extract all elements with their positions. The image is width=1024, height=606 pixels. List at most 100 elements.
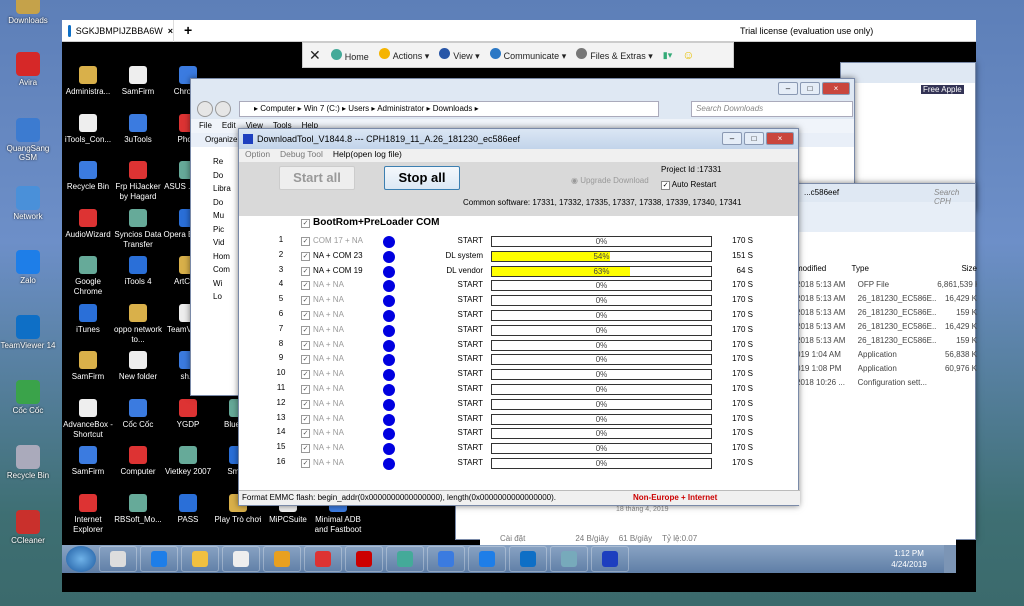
desktop-icon[interactable]: CCleaner xyxy=(0,510,56,545)
remote-desktop-icon[interactable]: YGDP xyxy=(162,398,214,430)
nav-item[interactable]: Re xyxy=(213,155,231,169)
port-checkbox[interactable]: ✓ xyxy=(301,414,310,424)
menu-help[interactable]: Help(open log file) xyxy=(333,149,402,162)
taskbar-terminal-button[interactable] xyxy=(386,546,424,572)
show-desktop-button[interactable] xyxy=(944,545,956,573)
remote-desktop-icon[interactable]: AudioWizard xyxy=(62,208,114,240)
port-checkbox[interactable]: ✓ xyxy=(301,281,310,291)
maximize-button[interactable]: □ xyxy=(744,132,764,145)
remote-desktop-icon[interactable]: iTunes xyxy=(62,303,114,335)
menu-debug-tool[interactable]: Debug Tool xyxy=(280,149,323,162)
port-checkbox[interactable]: ✓ xyxy=(301,355,310,365)
stop-all-button[interactable]: Stop all xyxy=(384,166,460,190)
column-type[interactable]: Type xyxy=(852,264,924,280)
remote-desktop-icon[interactable]: SamFirm xyxy=(62,351,114,382)
forward-button[interactable] xyxy=(215,101,231,117)
port-checkbox[interactable]: ✓ xyxy=(301,444,310,454)
taskbar-opera-button[interactable] xyxy=(304,546,342,572)
nav-item[interactable]: Do xyxy=(213,169,231,183)
port-checkbox[interactable]: ✓ xyxy=(301,325,310,335)
file-row[interactable]: 019 1:04 AM Application 56,838 K xyxy=(796,350,977,364)
remote-desktop-icon[interactable]: Frp HiJacker by Hagard xyxy=(112,161,164,202)
remote-desktop-icon[interactable]: SamFirm xyxy=(112,66,164,97)
desktop-icon[interactable]: QuangSang GSM xyxy=(0,118,56,162)
chat-icon[interactable]: ▮▾ xyxy=(663,50,672,61)
nav-item[interactable]: Com xyxy=(213,263,231,277)
desktop-icon[interactable]: Recycle Bin xyxy=(0,445,56,480)
desktop-icon[interactable]: Avira xyxy=(0,52,56,87)
remote-desktop-icon[interactable]: Recycle Bin xyxy=(62,161,114,192)
desktop-icon[interactable]: Zalo xyxy=(0,250,56,285)
file-row[interactable]: 2018 5:13 AM 26_181230_EC586E... 16,429 K xyxy=(796,322,977,336)
new-tab-button[interactable]: + xyxy=(184,22,192,38)
taskbar-chrome-button[interactable] xyxy=(427,546,465,572)
taskbar-download-tool-button[interactable] xyxy=(591,546,629,572)
port-checkbox[interactable]: ✓ xyxy=(301,399,310,409)
remote-desktop-icon[interactable]: oppo network to... xyxy=(112,303,164,345)
port-checkbox[interactable]: ✓ xyxy=(301,237,310,246)
taskbar-zalo-button[interactable] xyxy=(468,546,506,572)
remote-desktop-icon[interactable]: Syncios Data Transfer xyxy=(112,208,164,250)
file-row[interactable]: 2018 5:13 AM 26_181230_EC586E... 16,429 K xyxy=(796,294,977,308)
port-checkbox[interactable]: ✓ xyxy=(301,459,310,468)
toolbar-home-button[interactable]: Home xyxy=(330,48,369,62)
port-checkbox[interactable]: ✓ xyxy=(301,296,310,306)
menu-item[interactable]: File xyxy=(199,119,212,133)
taskbar-document-button[interactable] xyxy=(181,546,219,572)
taskbar-media-button[interactable] xyxy=(222,546,260,572)
column-size[interactable]: Size xyxy=(923,264,977,280)
clock[interactable]: 1:12 PM 4/24/2019 xyxy=(874,548,944,570)
nav-item[interactable]: Mu xyxy=(213,209,231,223)
file-row[interactable]: 2018 5:13 AM 26_181230_EC586E... 159 K xyxy=(796,336,977,350)
desktop-icon[interactable]: Cốc Cốc xyxy=(0,380,56,415)
auto-restart-checkbox[interactable]: ✓ Auto Restart xyxy=(661,180,716,190)
upgrade-download-radio[interactable]: ◉ Upgrade Download xyxy=(571,176,649,185)
toolbar-actions-button[interactable]: Actions ▾ xyxy=(378,48,429,62)
nav-item[interactable]: Lo xyxy=(213,290,231,304)
desktop-icon[interactable]: Network xyxy=(0,186,56,221)
menu-item[interactable]: Edit xyxy=(222,119,236,133)
taskbar-coccoc-button[interactable] xyxy=(345,546,383,572)
port-checkbox[interactable]: ✓ xyxy=(301,429,310,439)
close-button[interactable]: × xyxy=(766,132,794,145)
toolbar-communicate-button[interactable]: Communicate ▾ xyxy=(489,48,566,62)
bootrom-checkbox[interactable]: ✓ xyxy=(301,219,310,228)
nav-item[interactable]: Vid xyxy=(213,236,231,250)
close-tab-icon[interactable]: × xyxy=(168,26,173,36)
file-row[interactable]: 019 1:08 PM Application 60,976 K xyxy=(796,364,977,378)
taskbar-control-panel-button[interactable] xyxy=(550,546,588,572)
remote-desktop-icon[interactable]: Administra... xyxy=(62,66,114,97)
breadcrumb[interactable]: ▸ Computer ▸ Win 7 (C:) ▸ Users ▸ Admini… xyxy=(239,101,659,117)
taskbar-teamviewer-button[interactable] xyxy=(509,546,547,572)
nav-item[interactable]: Do xyxy=(213,196,231,210)
remote-desktop-icon[interactable]: AdvanceBox - Shortcut xyxy=(62,398,114,440)
nav-item[interactable]: Hom xyxy=(213,250,231,264)
toolbar-view-button[interactable]: View ▾ xyxy=(439,48,480,62)
remote-desktop-icon[interactable]: Cốc Cốc xyxy=(112,398,164,430)
desktop-icon[interactable]: Downloads xyxy=(0,0,56,25)
remote-desktop-icon[interactable]: Computer xyxy=(112,446,164,477)
remote-desktop-icon[interactable]: iTools 4 xyxy=(112,256,164,287)
file-row[interactable]: 2018 10:26 ... Configuration sett... xyxy=(796,378,977,392)
remote-desktop-icon[interactable]: PASS xyxy=(162,493,214,525)
feedback-smiley-icon[interactable]: ☺ xyxy=(682,48,694,62)
file-row[interactable]: 2018 5:13 AM 26_181230_EC586E... 159 K xyxy=(796,308,977,322)
nav-item[interactable]: Libra xyxy=(213,182,231,196)
file-row[interactable]: 2018 5:13 AM OFP File 6,861,539 K xyxy=(796,280,977,294)
path-field[interactable]: ...c586eef xyxy=(804,188,839,197)
back-button[interactable] xyxy=(197,101,213,117)
remote-desktop-icon[interactable]: RBSoft_Mo... xyxy=(112,493,164,525)
port-checkbox[interactable]: ✓ xyxy=(301,311,310,320)
port-checkbox[interactable]: ✓ xyxy=(301,370,310,380)
column-modified[interactable]: modified xyxy=(796,264,852,280)
start-button[interactable] xyxy=(66,546,96,572)
menu-option[interactable]: Option xyxy=(245,149,270,162)
remote-desktop-icon[interactable]: New folder xyxy=(112,351,164,382)
remote-desktop-icon[interactable]: Vietkey 2007 xyxy=(162,446,214,477)
desktop-icon[interactable]: TeamViewer 14 xyxy=(0,315,56,350)
start-all-button[interactable]: Start all xyxy=(279,166,355,190)
search-input[interactable]: Search CPH xyxy=(934,188,975,206)
remote-desktop-icon[interactable]: Google Chrome xyxy=(62,256,114,297)
remote-desktop-icon[interactable]: 3uTools xyxy=(112,113,164,145)
port-checkbox[interactable]: ✓ xyxy=(301,251,310,261)
